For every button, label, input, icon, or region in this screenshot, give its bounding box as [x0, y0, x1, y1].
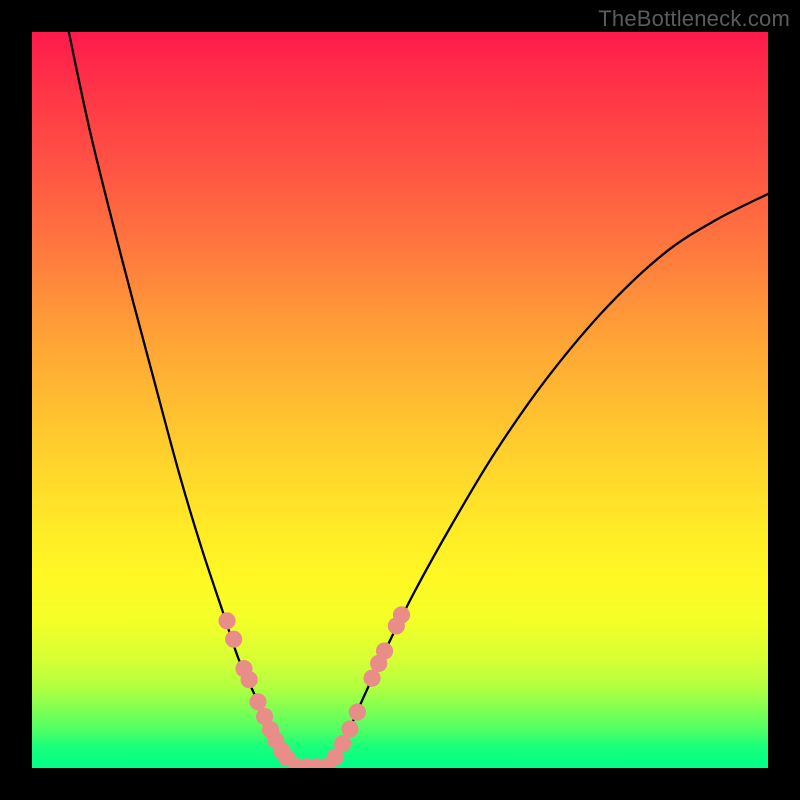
data-dot — [341, 720, 358, 737]
chart-container: TheBottleneck.com — [0, 0, 800, 800]
data-dot — [249, 693, 266, 710]
data-dot — [363, 670, 380, 687]
data-dot — [349, 703, 366, 720]
data-dot — [241, 671, 258, 688]
watermark-text: TheBottleneck.com — [598, 6, 790, 32]
data-dot — [334, 735, 351, 752]
data-dot — [393, 606, 410, 623]
data-dot — [218, 612, 235, 629]
data-dot — [376, 642, 393, 659]
curve-segment — [69, 32, 297, 768]
chart-svg — [32, 32, 768, 768]
plot-area — [32, 32, 768, 768]
data-dot — [225, 631, 242, 648]
curve-segment — [326, 194, 768, 768]
